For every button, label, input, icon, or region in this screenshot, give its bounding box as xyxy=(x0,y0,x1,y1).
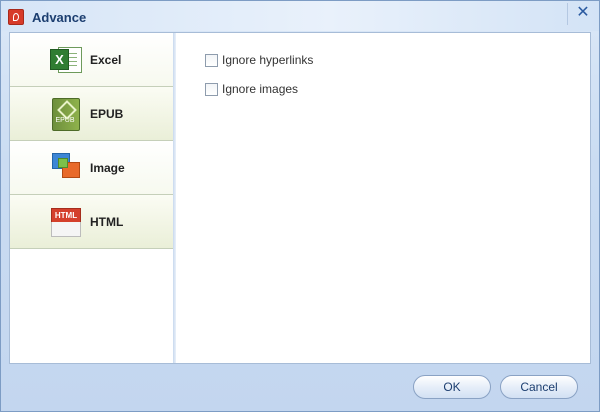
sidebar-item-label: EPUB xyxy=(90,107,124,121)
sidebar-item-excel[interactable]: X Excel xyxy=(10,33,173,87)
excel-icon: X xyxy=(50,45,82,73)
advance-dialog: Advance ✕ X Excel EPUB EPUB Image HTML H… xyxy=(0,0,600,412)
sidebar-item-label: Excel xyxy=(90,53,122,67)
cancel-button[interactable]: Cancel xyxy=(500,375,578,399)
format-sidebar: X Excel EPUB EPUB Image HTML HTML xyxy=(10,33,174,363)
ignore-images-checkbox[interactable] xyxy=(205,83,218,96)
sidebar-item-html[interactable]: HTML HTML xyxy=(10,195,173,249)
ignore-hyperlinks-checkbox[interactable] xyxy=(205,54,218,67)
sidebar-item-label: Image xyxy=(90,161,125,175)
sidebar-divider xyxy=(173,33,176,363)
html-icon: HTML xyxy=(51,208,81,238)
sidebar-item-epub[interactable]: EPUB EPUB xyxy=(10,87,173,141)
ignore-images-label: Ignore images xyxy=(222,82,299,96)
sidebar-item-image[interactable]: Image xyxy=(10,141,173,195)
ok-button[interactable]: OK xyxy=(413,375,491,399)
title-bar: Advance ✕ xyxy=(1,1,599,31)
pdf-app-icon xyxy=(8,9,24,25)
content-panel: X Excel EPUB EPUB Image HTML HTML Ignore… xyxy=(9,32,591,364)
close-button[interactable]: ✕ xyxy=(567,3,598,25)
sidebar-item-label: HTML xyxy=(90,215,124,229)
image-icon xyxy=(52,153,82,183)
dialog-title: Advance xyxy=(32,10,87,25)
epub-icon: EPUB xyxy=(50,98,80,131)
ignore-hyperlinks-label: Ignore hyperlinks xyxy=(222,53,314,67)
